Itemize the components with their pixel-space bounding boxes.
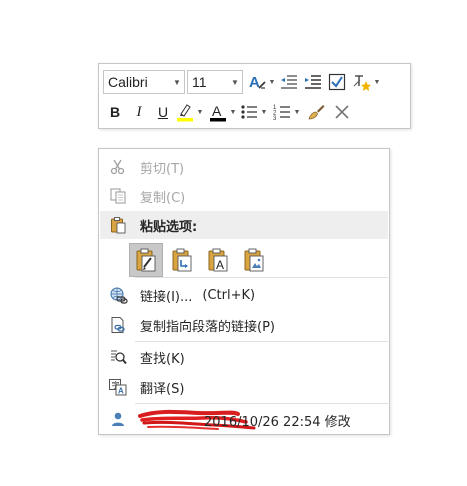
font-color-button[interactable]: A ▼ xyxy=(208,100,237,124)
italic-button[interactable]: I xyxy=(127,100,151,124)
clear-formatting-button[interactable] xyxy=(331,100,353,124)
chevron-down-icon[interactable]: ▼ xyxy=(373,79,381,86)
font-size-value: 11 xyxy=(192,74,207,90)
chevron-down-icon[interactable]: ▼ xyxy=(293,109,301,116)
link-icon xyxy=(100,281,136,309)
paste-merge-formatting-button[interactable] xyxy=(165,243,199,277)
chevron-down-icon[interactable]: ▼ xyxy=(170,71,184,93)
format-painter-star-button[interactable]: ▼ xyxy=(352,70,381,94)
close-icon xyxy=(335,105,349,119)
bullet-list-icon xyxy=(241,105,257,119)
svg-text:A: A xyxy=(118,387,124,396)
menu-item-label: 查找(K) xyxy=(140,351,185,367)
font-size-combo[interactable]: 11 ▼ xyxy=(187,70,243,94)
paste-options-row: A xyxy=(129,243,273,277)
bold-button[interactable]: B xyxy=(103,100,127,124)
scissors-icon xyxy=(100,153,136,181)
paste-merge-formatting-icon xyxy=(172,248,192,272)
toolbar-row-1: Calibri ▼ 11 ▼ A ▼ ▼ xyxy=(103,68,381,96)
decrease-indent-icon xyxy=(281,75,297,89)
chevron-down-icon[interactable]: ▼ xyxy=(228,71,242,93)
menu-item-copy-link-to-paragraph[interactable]: 复制指向段落的链接(P) xyxy=(100,311,388,339)
menu-item-cut[interactable]: 剪切(T) xyxy=(100,153,388,181)
paste-picture-button[interactable] xyxy=(237,243,271,277)
menu-item-label: 翻译(S) xyxy=(140,381,185,397)
menu-separator xyxy=(135,341,388,342)
paste-options-header: 粘贴选项: xyxy=(100,211,388,239)
modified-timestamp: 2016/10/26 22:54 修改 xyxy=(204,415,351,430)
new-comment-button[interactable] xyxy=(326,70,348,94)
menu-item-label: 复制指向段落的链接(P) xyxy=(140,319,275,335)
svg-text:A: A xyxy=(249,74,260,91)
paste-text-only-button[interactable]: A xyxy=(201,243,235,277)
menu-item-copy[interactable]: 复制(C) xyxy=(100,182,388,210)
bullets-button[interactable]: ▼ xyxy=(239,100,268,124)
clipboard-icon xyxy=(100,211,136,239)
paintbrush-icon xyxy=(308,105,325,120)
font-name-combo[interactable]: Calibri ▼ xyxy=(103,70,185,94)
format-painter-button[interactable] xyxy=(305,100,327,124)
checkbox-icon xyxy=(328,73,346,91)
styles-icon: A xyxy=(249,74,266,91)
increase-indent-icon xyxy=(305,75,321,89)
menu-item-label: 链接(I)... xyxy=(140,289,193,305)
increase-indent-button[interactable] xyxy=(302,70,324,94)
svg-text:A: A xyxy=(212,103,222,119)
chevron-down-icon[interactable]: ▼ xyxy=(196,109,204,116)
svg-text:A: A xyxy=(216,258,224,272)
screen: Calibri ▼ 11 ▼ A ▼ ▼ B I U ▼ A ▼ ▼ 1 2 3… xyxy=(0,0,467,486)
paste-keep-formatting-button[interactable] xyxy=(129,243,163,277)
menu-item-label: 剪切(T) xyxy=(140,161,185,177)
menu-item-label: 复制(C) xyxy=(140,190,186,206)
copy-icon xyxy=(100,182,136,210)
paste-text-only-icon: A xyxy=(208,248,228,272)
chevron-down-icon[interactable]: ▼ xyxy=(229,109,237,116)
paste-options-label: 粘贴选项: xyxy=(140,219,198,235)
font-name-value: Calibri xyxy=(108,74,148,90)
copy-link-icon xyxy=(100,311,136,339)
paste-picture-icon xyxy=(244,248,264,272)
numbering-button[interactable]: 1 2 3 ▼ xyxy=(272,100,301,124)
font-color-icon: A xyxy=(210,103,226,122)
user-icon xyxy=(100,404,136,434)
author-modified-row: 2016/10/26 22:54 修改 xyxy=(100,404,388,434)
translate-icon: 字 A xyxy=(100,373,136,401)
svg-text:3: 3 xyxy=(273,116,277,122)
chevron-down-icon[interactable]: ▼ xyxy=(268,79,276,86)
decrease-indent-button[interactable] xyxy=(278,70,300,94)
clear-format-star-icon xyxy=(353,75,371,91)
chevron-down-icon[interactable]: ▼ xyxy=(260,109,268,116)
menu-item-link[interactable]: 链接(I)... (Ctrl+K) xyxy=(100,281,388,309)
menu-item-translate[interactable]: 字 A 翻译(S) xyxy=(100,373,388,401)
find-icon xyxy=(100,343,136,371)
paste-keep-formatting-icon xyxy=(136,248,156,272)
highlight-button[interactable]: ▼ xyxy=(175,100,204,124)
menu-item-shortcut: (Ctrl+K) xyxy=(202,287,256,303)
highlighter-icon xyxy=(177,104,193,122)
menu-separator xyxy=(135,277,388,278)
mini-toolbar: Calibri ▼ 11 ▼ A ▼ ▼ B I U ▼ A ▼ ▼ 1 2 3… xyxy=(98,63,411,129)
underline-button[interactable]: U xyxy=(151,100,175,124)
menu-item-find[interactable]: 查找(K) xyxy=(100,343,388,371)
context-menu: 剪切(T) 复制(C) 粘贴选项: A 链接(I)... (Ctrl+K) 复制… xyxy=(98,148,390,435)
numbered-list-icon: 1 2 3 xyxy=(273,105,290,122)
styles-button[interactable]: A ▼ xyxy=(247,70,276,94)
toolbar-row-2: B I U ▼ A ▼ ▼ 1 2 3 ▼ xyxy=(103,98,353,126)
